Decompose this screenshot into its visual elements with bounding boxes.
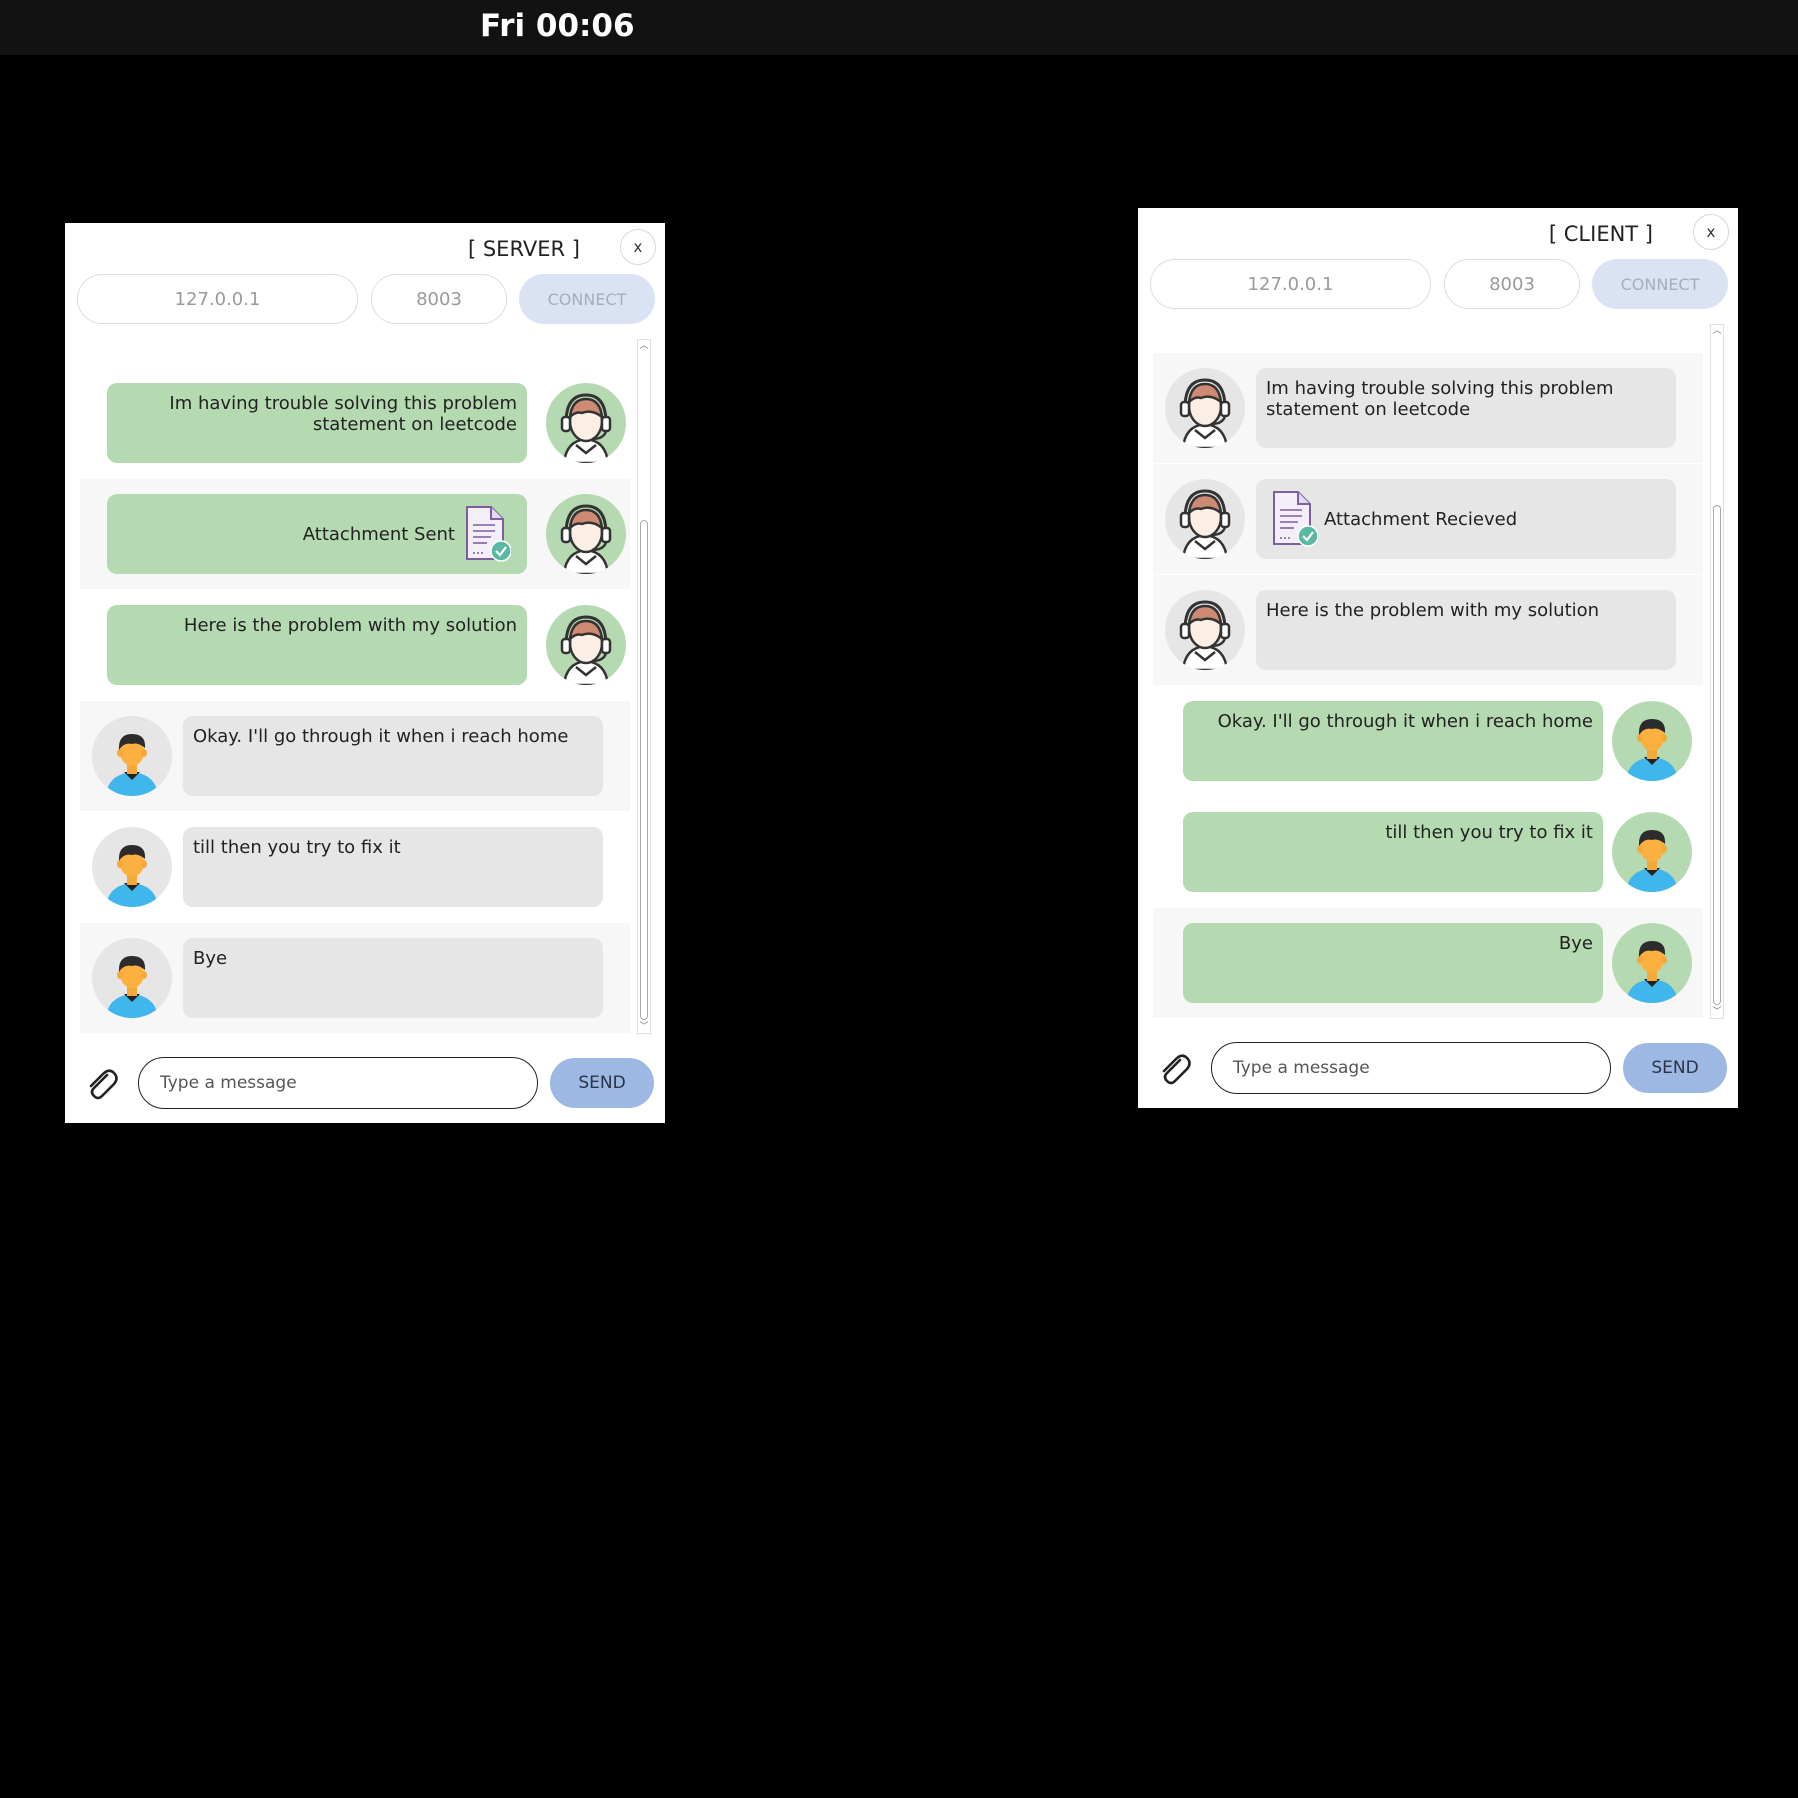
scroll-down-icon[interactable]: ﹀ [638, 1021, 650, 1033]
scroll-down-icon[interactable]: ﹀ [1711, 1006, 1723, 1018]
list-item: Bye [80, 923, 630, 1033]
message-bubble: till then you try to fix it [183, 827, 603, 907]
attachment-label: Attachment Sent [302, 523, 455, 545]
port-input[interactable]: 8003 [1444, 259, 1580, 309]
list-item: Okay. I'll go through it when i reach ho… [1153, 686, 1703, 796]
scroll-thumb[interactable] [1713, 505, 1721, 1005]
ip-input[interactable]: 127.0.0.1 [77, 274, 358, 324]
window-title: [ CLIENT ] [1548, 222, 1653, 246]
user-person-icon [1612, 701, 1692, 781]
paperclip-icon[interactable] [1156, 1051, 1192, 1087]
clock: Fri 00:06 [480, 8, 635, 44]
scrollbar[interactable]: ︿ ﹀ [1710, 324, 1724, 1019]
close-button[interactable]: x [620, 229, 656, 265]
message-bubble: Bye [1183, 923, 1603, 1003]
message-bubble: Here is the problem with my solution [107, 605, 527, 685]
send-button[interactable]: SEND [550, 1058, 654, 1108]
list-item [1153, 324, 1703, 339]
list-item: Here is the problem with my solution [80, 590, 630, 700]
message-bubble: Bye [183, 938, 603, 1018]
document-check-icon [1268, 490, 1318, 548]
scroll-thumb[interactable] [640, 520, 648, 1020]
list-item: Attachment Recieved [1153, 464, 1703, 574]
message-input[interactable]: Type a message [1211, 1042, 1611, 1094]
server-window: [ SERVER ] x 127.0.0.1 8003 CONNECT Im h… [65, 223, 665, 1123]
headset-agent-icon [1165, 368, 1245, 448]
scrollbar[interactable]: ︿ ﹀ [637, 339, 651, 1034]
chat-history: Im having trouble solving this problem s… [80, 339, 630, 1034]
list-item: till then you try to fix it [1153, 797, 1703, 907]
headset-agent-icon [1165, 590, 1245, 670]
connect-button[interactable]: CONNECT [1592, 259, 1728, 309]
headset-agent-icon [1165, 479, 1245, 559]
message-bubble: till then you try to fix it [1183, 812, 1603, 892]
list-item: till then you try to fix it [80, 812, 630, 922]
message-bubble[interactable]: Attachment Sent [107, 494, 527, 574]
paperclip-icon[interactable] [83, 1066, 119, 1102]
user-person-icon [92, 827, 172, 907]
message-bubble: Okay. I'll go through it when i reach ho… [1183, 701, 1603, 781]
port-input[interactable]: 8003 [371, 274, 507, 324]
list-item: Here is the problem with my solution [1153, 575, 1703, 685]
client-window: [ CLIENT ] x 127.0.0.1 8003 CONNECT Im h… [1138, 208, 1738, 1108]
message-input[interactable]: Type a message [138, 1057, 538, 1109]
chat-history: Im having trouble solving this problem s… [1153, 324, 1703, 1019]
attachment-label: Attachment Recieved [1324, 508, 1518, 530]
headset-agent-icon [546, 605, 626, 685]
message-bubble: Here is the problem with my solution [1256, 590, 1676, 670]
connect-button[interactable]: CONNECT [519, 274, 655, 324]
message-bubble: Im having trouble solving this problem s… [107, 383, 527, 463]
user-person-icon [92, 938, 172, 1018]
scroll-up-icon[interactable]: ︿ [638, 340, 650, 352]
headset-agent-icon [546, 383, 626, 463]
scroll-up-icon[interactable]: ︿ [1711, 325, 1723, 337]
message-bubble: Im having trouble solving this problem s… [1256, 368, 1676, 448]
message-bubble[interactable]: Attachment Recieved [1256, 479, 1676, 559]
list-item: Attachment Sent [80, 479, 630, 589]
user-person-icon [1612, 923, 1692, 1003]
list-item: Bye [1153, 908, 1703, 1018]
list-item [80, 339, 630, 354]
top-bar: Fri 00:06 [0, 0, 1798, 55]
headset-agent-icon [546, 494, 626, 574]
user-person-icon [92, 716, 172, 796]
user-person-icon [1612, 812, 1692, 892]
send-button[interactable]: SEND [1623, 1043, 1727, 1093]
window-title: [ SERVER ] [467, 237, 580, 261]
message-bubble: Okay. I'll go through it when i reach ho… [183, 716, 603, 796]
list-item: Okay. I'll go through it when i reach ho… [80, 701, 630, 811]
document-check-icon [461, 505, 511, 563]
close-button[interactable]: x [1693, 214, 1729, 250]
list-item: Im having trouble solving this problem s… [1153, 353, 1703, 463]
ip-input[interactable]: 127.0.0.1 [1150, 259, 1431, 309]
list-item: Im having trouble solving this problem s… [80, 368, 630, 478]
